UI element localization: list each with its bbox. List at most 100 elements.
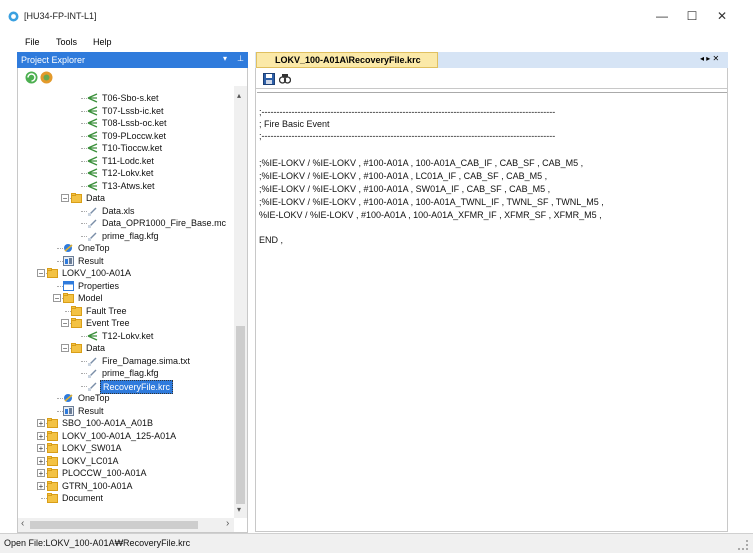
tree-item-label: LOKV_100-A01A bbox=[62, 268, 132, 278]
status-text: Open File:LOKV_100-A01A₩RecoveryFile.krc bbox=[4, 538, 191, 548]
props-icon bbox=[63, 280, 74, 291]
tree-expander-icon[interactable]: + bbox=[37, 456, 45, 465]
folder-icon bbox=[47, 455, 58, 466]
tree-item-label: T11-Lodc.ket bbox=[102, 155, 154, 166]
tree-connector bbox=[57, 248, 63, 249]
save-icon[interactable] bbox=[263, 73, 275, 85]
tree-expander-icon[interactable]: − bbox=[53, 294, 61, 303]
tree-connector bbox=[57, 398, 63, 399]
file-icon bbox=[87, 231, 98, 241]
folder-icon bbox=[71, 305, 82, 316]
tree-connector bbox=[57, 410, 63, 412]
tree-item-label: OneTop bbox=[78, 243, 110, 253]
tree-connector bbox=[81, 185, 87, 187]
project-explorer-toolbar bbox=[18, 68, 247, 86]
scroll-left-icon[interactable]: ‹ bbox=[21, 518, 24, 529]
tree-vertical-scroll-thumb[interactable] bbox=[236, 326, 245, 504]
ket-icon bbox=[87, 143, 98, 153]
tree-horizontal-scroll-thumb[interactable] bbox=[30, 521, 198, 529]
code-line: ; Fire Basic Event bbox=[259, 119, 330, 129]
file-icon bbox=[87, 206, 98, 216]
code-line: ;%IE-LOKV / %IE-LOKV , #100-A01A , SW01A… bbox=[259, 184, 551, 194]
code-line: ;%IE-LOKV / %IE-LOKV , #100-A01A , LC01A… bbox=[259, 171, 548, 181]
tree-item-label: LOKV_SW01A bbox=[62, 443, 122, 453]
tree-item-label: LOKV_100-A01A_125-A01A bbox=[62, 430, 177, 441]
scroll-down-icon[interactable]: ▾ bbox=[237, 505, 241, 514]
window-title: [HU34-FP-INT-L1] bbox=[24, 11, 97, 21]
tree-connector bbox=[81, 98, 87, 99]
tree-item-label: SBO_100-A01A_A01B bbox=[62, 418, 154, 428]
menu-file[interactable]: File bbox=[25, 37, 40, 47]
tree-item-label: Result bbox=[78, 405, 104, 416]
close-button[interactable]: ✕ bbox=[708, 6, 736, 26]
tree-connector bbox=[81, 373, 87, 374]
result-icon bbox=[63, 255, 74, 266]
file-icon bbox=[87, 381, 98, 391]
tree-item-label: Fault Tree bbox=[86, 305, 127, 316]
tree-item-label: T08-Lssb-oc.ket bbox=[102, 118, 167, 128]
tree-item-label: T12-Lokv.ket bbox=[102, 168, 154, 178]
tree-item-label: T09-PLoccw.ket bbox=[102, 130, 167, 141]
folder-icon bbox=[47, 493, 58, 503]
tree-connector bbox=[41, 498, 47, 499]
project-explorer-title: Project Explorer bbox=[21, 55, 86, 65]
ket-icon bbox=[87, 118, 98, 128]
folder-icon bbox=[47, 468, 58, 478]
tree-connector bbox=[57, 285, 63, 287]
menu-help[interactable]: Help bbox=[93, 37, 112, 47]
panel-dropdown-icon[interactable]: ▾ bbox=[223, 54, 227, 63]
tree-connector bbox=[81, 110, 87, 112]
tree-expander-icon[interactable]: + bbox=[37, 431, 45, 440]
tree-expander-icon[interactable]: + bbox=[37, 444, 45, 453]
tree-item-label: T12-Lokv.ket bbox=[102, 330, 154, 341]
code-line: ;%IE-LOKV / %IE-LOKV , #100-A01A , 100-A… bbox=[259, 197, 604, 207]
menu-tools[interactable]: Tools bbox=[56, 37, 77, 47]
tree-item-label: Model bbox=[78, 293, 103, 303]
tree-item-label: Event Tree bbox=[86, 318, 130, 328]
tree-expander-icon[interactable]: − bbox=[61, 319, 69, 328]
tree-expander-icon[interactable]: + bbox=[37, 481, 45, 490]
folder-icon bbox=[71, 343, 82, 353]
tree-item-label: Document bbox=[62, 493, 104, 503]
tree-item-label: Data bbox=[86, 193, 106, 203]
folder-icon bbox=[47, 268, 58, 278]
tree-item-label: Fire_Damage.sima.txt bbox=[102, 355, 191, 366]
tree-expander-icon[interactable]: + bbox=[37, 419, 45, 428]
tree-item-label: Data bbox=[86, 343, 106, 353]
tree-expander-icon[interactable]: − bbox=[61, 344, 69, 353]
tree-item-label: T06-Sbo-s.ket bbox=[102, 93, 159, 103]
minimize-button[interactable]: — bbox=[648, 6, 676, 26]
document-toolbar bbox=[256, 69, 727, 89]
tree-connector bbox=[81, 335, 87, 337]
onetop-icon bbox=[63, 393, 74, 403]
tree-item-label: T10-Tioccw.ket bbox=[102, 143, 163, 153]
document-tab[interactable]: LOKV_100-A01A\RecoveryFile.krc bbox=[256, 52, 438, 68]
app-icon bbox=[8, 11, 19, 22]
tree-connector bbox=[57, 260, 63, 262]
maximize-button[interactable]: ☐ bbox=[678, 6, 706, 26]
file-icon bbox=[87, 218, 98, 228]
folder-icon bbox=[71, 318, 82, 328]
folder-icon bbox=[47, 443, 58, 453]
tree-connector bbox=[81, 385, 87, 387]
resize-grip[interactable] bbox=[738, 540, 748, 550]
tree-expander-icon[interactable]: − bbox=[61, 194, 69, 203]
tree-connector bbox=[65, 310, 71, 312]
file-icon bbox=[87, 356, 98, 366]
sync-icon[interactable] bbox=[40, 71, 53, 84]
find-icon[interactable] bbox=[279, 73, 291, 85]
tree-item-label: Data_OPR1000_Fire_Base.mc bbox=[102, 218, 227, 228]
title-bar bbox=[0, 0, 753, 32]
panel-pin-icon[interactable]: ⊥ bbox=[237, 54, 244, 63]
scroll-right-icon[interactable]: › bbox=[226, 518, 229, 529]
tree-item-label: LOKV_LC01A bbox=[62, 455, 119, 466]
tree-expander-icon[interactable]: + bbox=[37, 469, 45, 478]
refresh-icon[interactable] bbox=[25, 71, 38, 84]
tree-connector bbox=[81, 360, 87, 362]
code-line: ;---------------------------------------… bbox=[259, 131, 556, 141]
tree-expander-icon[interactable]: − bbox=[37, 269, 45, 278]
tab-controls[interactable]: ◂ ▸ ✕ bbox=[700, 54, 719, 63]
ket-icon bbox=[87, 168, 98, 178]
tree-item-label: GTRN_100-A01A bbox=[62, 480, 133, 491]
scroll-up-icon[interactable]: ▴ bbox=[237, 91, 241, 100]
